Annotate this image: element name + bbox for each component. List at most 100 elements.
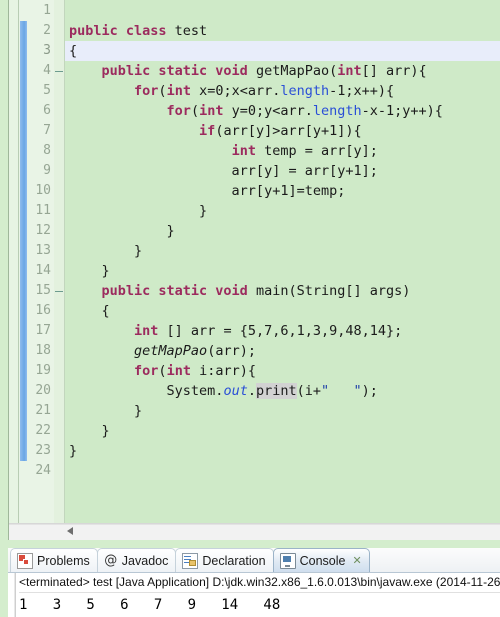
code-token: for (134, 83, 159, 99)
code-token: int (134, 323, 159, 339)
code-token: int (166, 83, 191, 99)
fold-slot-empty (54, 441, 64, 461)
code-token: [] arr){ (361, 63, 427, 79)
code-line[interactable]: for(int y=0;y<arr.length-x-1;y++){ (65, 101, 500, 121)
eclipse-ide-window: 1 2 3 4 5 6 7 8 9 10 11 12 13 14 15 16 17 18 19 20 21 22 23 24 … (0, 0, 500, 617)
line-number: 10 (35, 183, 51, 198)
editor-body[interactable]: 1 2 3 4 5 6 7 8 9 10 11 12 13 14 15 16 17 18 19 20 21 22 23 24 … (9, 0, 500, 524)
line-number: 7 (43, 123, 51, 138)
code-token: } (69, 263, 110, 279)
code-token: (arr[y]>arr[y+1]){ (215, 123, 362, 139)
line-number: 5 (43, 83, 51, 98)
code-line[interactable]: int [] arr = {5,7,6,1,3,9,48,14}; (65, 321, 500, 341)
line-number: 18 (35, 343, 51, 358)
line-number: 1 (43, 3, 51, 18)
editor-horizontal-scrollbar[interactable] (9, 523, 500, 540)
code-line[interactable] (65, 1, 500, 21)
code-line[interactable]: } (65, 201, 500, 221)
fold-slot-empty (54, 141, 64, 161)
fold-slot-empty (54, 81, 64, 101)
code-line[interactable]: if(arr[y]>arr[y+1]){ (65, 121, 500, 141)
fold-slot-empty (54, 361, 64, 381)
code-token: for (166, 103, 191, 119)
code-line[interactable]: { (65, 41, 500, 61)
code-token: length (280, 83, 330, 99)
code-token: System. (69, 383, 224, 399)
tab-close-icon[interactable]: ✕ (352, 555, 361, 566)
code-line[interactable]: } (65, 221, 500, 241)
line-number: 14 (35, 263, 51, 278)
tab-console[interactable]: Console ✕ (272, 548, 370, 572)
code-token: getMapPao( (255, 63, 338, 79)
code-token: int (231, 143, 256, 159)
code-line[interactable]: } (65, 241, 500, 261)
code-token: ); (361, 383, 378, 399)
code-token: public class (69, 23, 175, 39)
fold-slot-empty (54, 461, 64, 481)
line-number: 22 (35, 423, 51, 438)
console-launch-status: <terminated> test [Java Application] D:\… (19, 573, 500, 593)
fold-collapse-toggle[interactable] (54, 281, 64, 301)
folding-ruler[interactable] (54, 0, 65, 524)
tab-label: Problems (37, 553, 90, 568)
code-line[interactable]: System.out.print(i+" "); (65, 381, 500, 401)
line-number: 4 (43, 63, 51, 78)
code-line[interactable] (65, 461, 500, 481)
code-line[interactable]: for(int x=0;x<arr.length-1;x++){ (65, 81, 500, 101)
code-line[interactable]: public static void getMapPao(int[] arr){ (65, 61, 500, 81)
line-number: 17 (35, 323, 51, 338)
code-line[interactable]: getMapPao(arr); (65, 341, 500, 361)
code-token: temp = arr[y]; (255, 143, 378, 159)
code-line[interactable]: { (65, 301, 500, 321)
console-content[interactable]: <terminated> test [Java Application] D:\… (16, 573, 500, 617)
fold-slot-empty (54, 221, 64, 241)
tab-javadoc[interactable]: @ Javadoc (96, 548, 177, 572)
fold-slot-empty (54, 201, 64, 221)
fold-collapse-toggle[interactable] (54, 61, 64, 81)
bottom-view-stack: Problems @ Javadoc Declaration Console ✕ <ter… (8, 548, 500, 617)
code-text-area[interactable]: public class test { public static void ge… (65, 0, 500, 524)
code-line[interactable]: for(int i:arr){ (65, 361, 500, 381)
code-line[interactable]: } (65, 441, 500, 461)
tab-problems[interactable]: Problems (10, 548, 98, 572)
tab-label: Console (299, 553, 346, 568)
line-number: 21 (35, 403, 51, 418)
line-number: 15 (35, 283, 51, 298)
fold-slot-empty (54, 161, 64, 181)
collapse-minus-icon[interactable] (55, 288, 63, 296)
code-token: i:arr){ (190, 363, 256, 379)
line-number: 6 (43, 103, 51, 118)
code-token: public static void (101, 283, 256, 299)
code-line[interactable]: } (65, 261, 500, 281)
code-token: } (69, 243, 143, 259)
code-token: -x-1;y++){ (361, 103, 443, 119)
code-line[interactable]: } (65, 421, 500, 441)
annotation-ruler[interactable] (9, 0, 19, 524)
scroll-left-arrow-icon[interactable] (67, 527, 73, 535)
code-line[interactable]: int temp = arr[y]; (65, 141, 500, 161)
line-number: 12 (35, 223, 51, 238)
fold-slot-empty (54, 301, 64, 321)
line-number: 11 (35, 203, 51, 218)
code-token: length (312, 103, 362, 119)
scrollbar-track (9, 524, 500, 525)
collapse-minus-icon[interactable] (55, 68, 63, 76)
code-line[interactable]: } (65, 401, 500, 421)
code-line[interactable]: arr[y] = arr[y+1]; (65, 161, 500, 181)
code-token: int (337, 63, 362, 79)
declaration-icon (182, 552, 199, 569)
at-sign-icon: @ (104, 552, 118, 568)
change-bar (20, 21, 27, 461)
code-token: " " (321, 383, 362, 399)
tab-declaration[interactable]: Declaration (175, 548, 274, 572)
code-token: -1;x++){ (329, 83, 395, 99)
code-token: (arr); (207, 343, 256, 359)
code-line[interactable]: public class test (65, 21, 500, 41)
line-number: 23 (35, 443, 51, 458)
code-line[interactable]: public static void main(String[] args) (65, 281, 500, 301)
code-line[interactable]: arr[y+1]=temp; (65, 181, 500, 201)
code-token: x=0;x<arr. (190, 83, 281, 99)
code-token: { (69, 43, 78, 59)
